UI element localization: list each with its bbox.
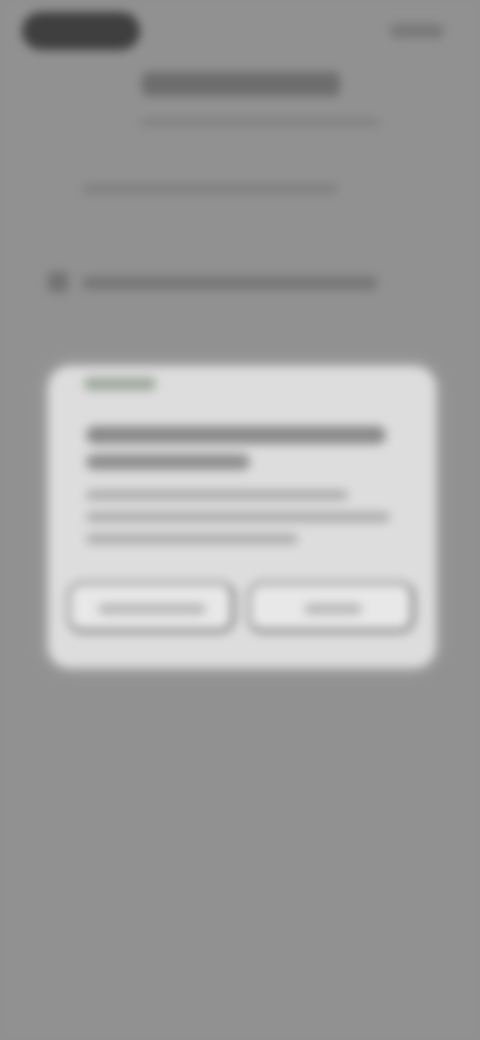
page-title (142, 72, 340, 96)
status-pill-icon (22, 12, 140, 50)
dialog-secondary-button-label (98, 604, 206, 614)
dialog-body-line-2 (86, 512, 390, 522)
dialog-primary-button[interactable] (248, 582, 414, 632)
dialog-eyebrow (84, 378, 156, 390)
dialog-secondary-button[interactable] (68, 582, 234, 632)
status-indicators-icon (390, 24, 444, 38)
dialog-title (86, 426, 386, 444)
modal-dialog (48, 366, 436, 668)
checkbox-row[interactable] (48, 266, 378, 300)
blurred-screen (0, 0, 480, 1040)
page-subtitle (140, 118, 380, 126)
dialog-title-line-2 (86, 454, 250, 470)
dialog-body (86, 490, 348, 500)
checkbox[interactable] (48, 272, 68, 292)
dialog-body-line-3 (86, 534, 298, 544)
checkbox-label (82, 276, 378, 290)
page-content-line (82, 184, 338, 194)
dialog-primary-button-label (304, 604, 362, 614)
